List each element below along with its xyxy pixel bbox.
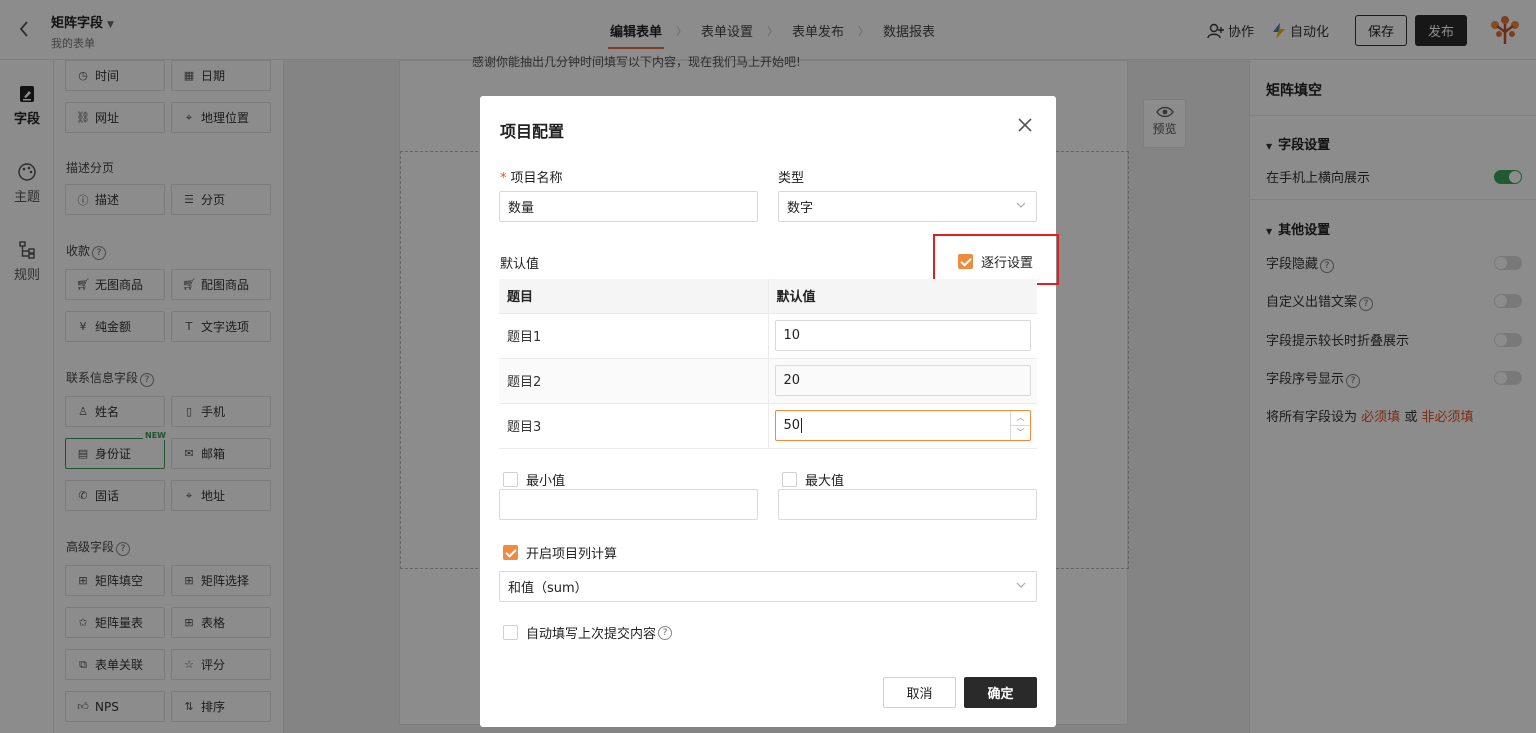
- row-item-label: 题目3: [499, 403, 768, 449]
- checkbox-icon: [503, 625, 518, 640]
- min-value-input[interactable]: [499, 489, 758, 520]
- column-header-default: 默认值: [767, 279, 1037, 314]
- type-label: 类型: [778, 171, 805, 186]
- dialog-title: 项目配置: [500, 122, 565, 141]
- table-row: 题目2 20: [499, 358, 1037, 404]
- default-value-label: 默认值: [500, 257, 540, 272]
- chevron-down-icon: [1016, 580, 1026, 590]
- item-name-label: * 项目名称: [500, 171, 563, 186]
- row-default-input[interactable]: 20: [774, 365, 1031, 396]
- number-stepper[interactable]: ︿ ﹀: [1010, 411, 1030, 440]
- checkbox-checked-icon: [503, 545, 518, 560]
- stepper-up-icon[interactable]: ︿: [1011, 411, 1030, 425]
- row-item-label: 题目2: [499, 358, 768, 404]
- close-icon[interactable]: [1016, 118, 1034, 136]
- help-icon[interactable]: ?: [658, 625, 673, 640]
- table-row: 题目1 10: [499, 313, 1037, 359]
- column-header-item: 题目: [499, 279, 768, 314]
- item-config-dialog: 项目配置 * 项目名称 数量 类型 数字 默认值 逐行设置 题目 默认值 题目1 …: [480, 96, 1059, 727]
- stepper-down-icon[interactable]: ﹀: [1011, 425, 1030, 439]
- chevron-down-icon: [1016, 200, 1026, 210]
- row-default-input-focused[interactable]: 50 ︿ ﹀: [774, 410, 1031, 441]
- table-row: 题目3 50 ︿ ﹀: [499, 403, 1037, 449]
- row-item-label: 题目1: [499, 313, 768, 359]
- max-value-input[interactable]: [778, 489, 1037, 520]
- row-default-input[interactable]: 10: [774, 320, 1031, 351]
- max-value-checkbox[interactable]: 最大值: [782, 470, 844, 489]
- cancel-button[interactable]: 取消: [883, 677, 956, 708]
- min-value-checkbox[interactable]: 最小值: [503, 470, 565, 489]
- column-calc-checkbox[interactable]: 开启项目列计算: [503, 543, 617, 562]
- checkbox-icon: [503, 472, 518, 487]
- confirm-button[interactable]: 确定: [964, 677, 1037, 708]
- autofill-checkbox[interactable]: 自动填写上次提交内容?: [503, 623, 673, 642]
- item-name-input[interactable]: 数量: [499, 191, 758, 222]
- calc-method-select[interactable]: 和值（sum）: [499, 571, 1037, 602]
- highlight-box: [933, 234, 1059, 285]
- default-value-table: 题目 默认值 题目1 10 题目2 20 题目3 50 ︿ ﹀: [499, 279, 1037, 449]
- checkbox-icon: [782, 472, 797, 487]
- type-select[interactable]: 数字: [778, 191, 1037, 222]
